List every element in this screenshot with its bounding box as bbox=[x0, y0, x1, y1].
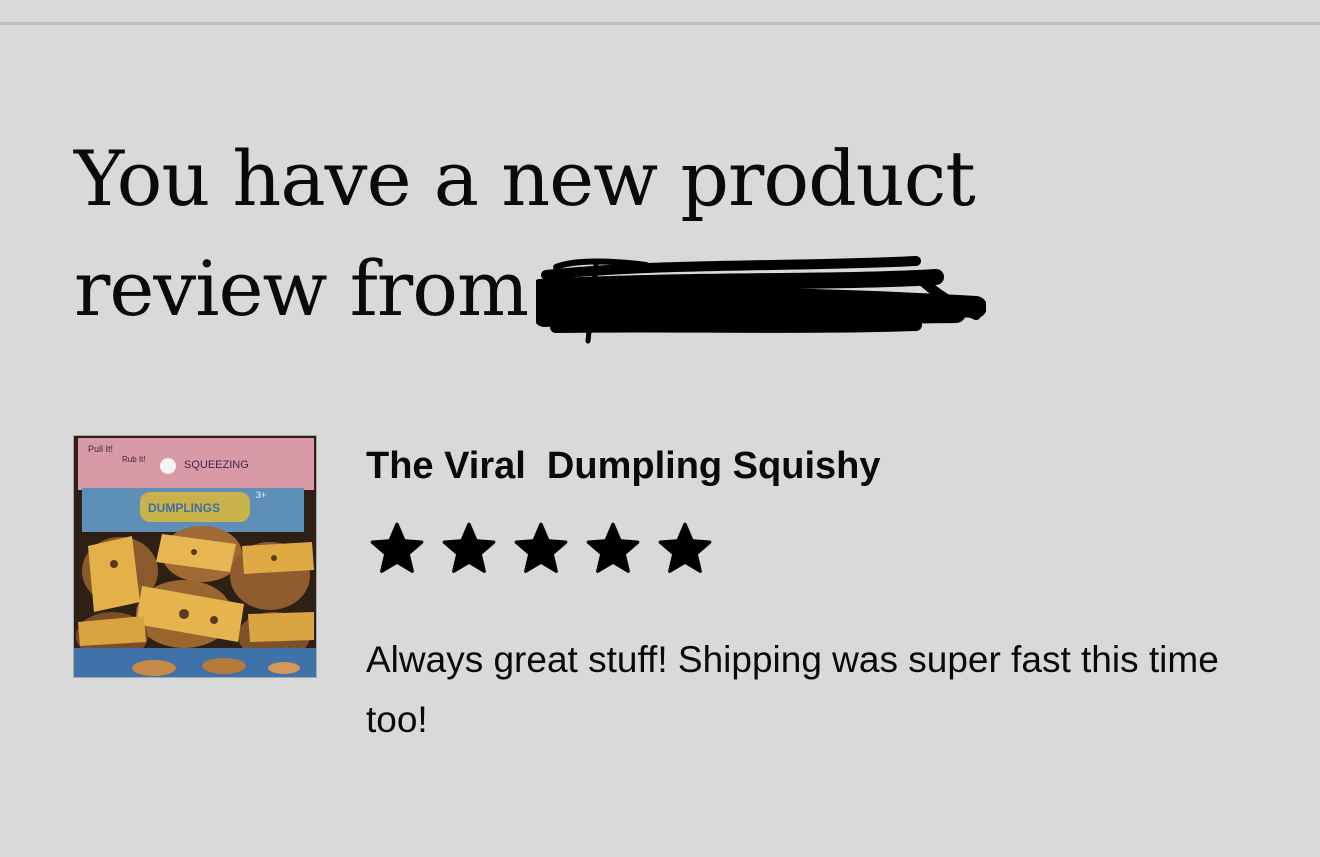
star-rating bbox=[366, 520, 716, 578]
label-age: 3+ bbox=[256, 490, 266, 500]
label-rub-it: Rub It! bbox=[122, 455, 146, 464]
star-icon bbox=[438, 520, 500, 578]
review-text: Always great stuff! Shipping was super f… bbox=[366, 639, 1219, 740]
headline-line-2: review from bbox=[74, 234, 1074, 345]
star-icon bbox=[582, 520, 644, 578]
headline-line-2-text: review from bbox=[74, 244, 529, 333]
label-pull-it: Pull It! bbox=[88, 444, 113, 454]
product-title[interactable]: The Viral Dumpling Squishy bbox=[366, 440, 880, 492]
top-divider bbox=[0, 22, 1320, 25]
label-squeezing: SQUEEZING bbox=[184, 459, 249, 471]
label-dumplings: DUMPLINGS bbox=[148, 501, 220, 515]
product-image[interactable]: Pull It! Rub It! SQUEEZING DUMPLINGS 3+ bbox=[73, 435, 317, 678]
email-page: You have a new product review from Pull … bbox=[0, 0, 1320, 857]
redacted-store-name bbox=[536, 256, 987, 344]
headline-line-1: You have a new product bbox=[74, 134, 976, 223]
star-icon bbox=[510, 520, 572, 578]
email-headline: You have a new product review from bbox=[74, 124, 1074, 345]
star-icon bbox=[366, 520, 428, 578]
star-icon bbox=[654, 520, 716, 578]
product-photo-illustration: Pull It! Rub It! SQUEEZING DUMPLINGS 3+ bbox=[74, 436, 316, 677]
